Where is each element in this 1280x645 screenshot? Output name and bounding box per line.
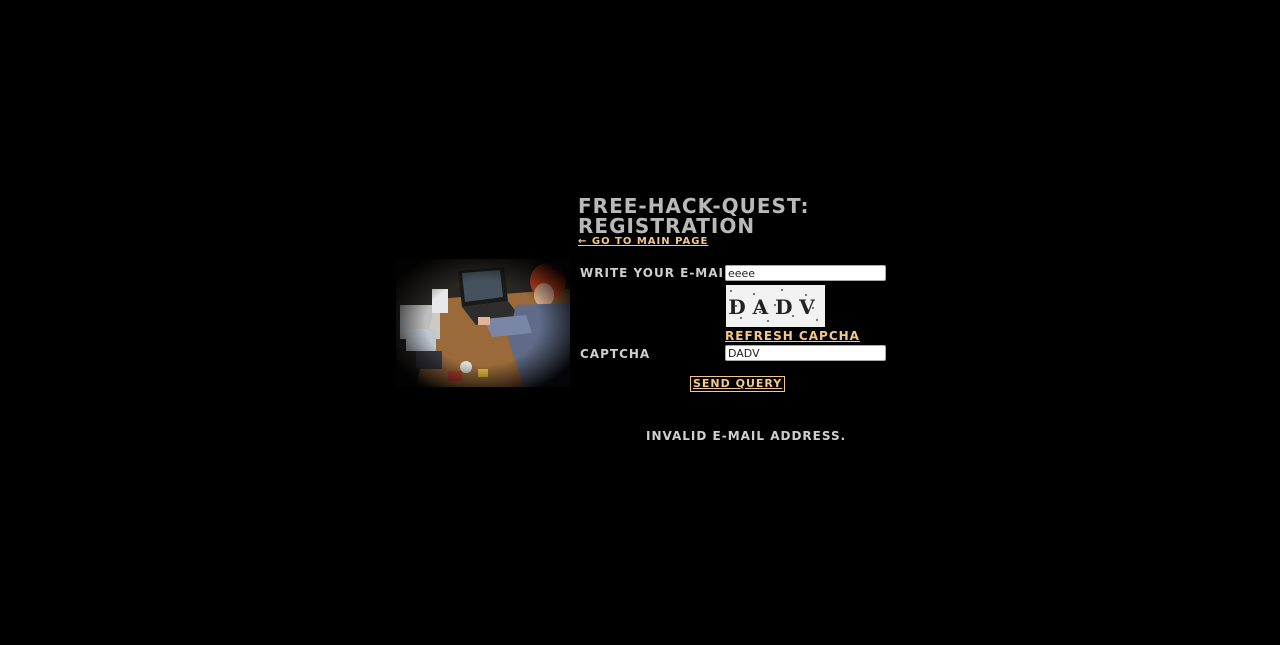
refresh-captcha-link[interactable]: REFRESH CAPCHA (725, 329, 860, 343)
main-page-link[interactable]: ← GO TO MAIN PAGE (578, 236, 708, 247)
email-field[interactable] (725, 265, 886, 281)
email-label: WRITE YOUR E-MAIL: (580, 266, 739, 280)
error-message: INVALID E-MAIL ADDRESS. (646, 429, 847, 443)
hacker-photo (396, 259, 570, 387)
captcha-label: CAPTCHA (580, 347, 651, 361)
page-title: FREE-HACK-QUEST: REGISTRATION (578, 196, 898, 236)
hacker-photo-illustration (396, 259, 570, 387)
captcha-image-text: DADV (728, 295, 821, 319)
page-title-line2: REGISTRATION (578, 214, 756, 238)
captcha-image-graphic: DADV (726, 285, 825, 327)
captcha-image: DADV (726, 285, 825, 327)
send-query-button[interactable]: SEND QUERY (690, 376, 786, 392)
captcha-field[interactable] (725, 345, 886, 361)
page-title-line1: FREE-HACK-QUEST: (578, 194, 810, 218)
